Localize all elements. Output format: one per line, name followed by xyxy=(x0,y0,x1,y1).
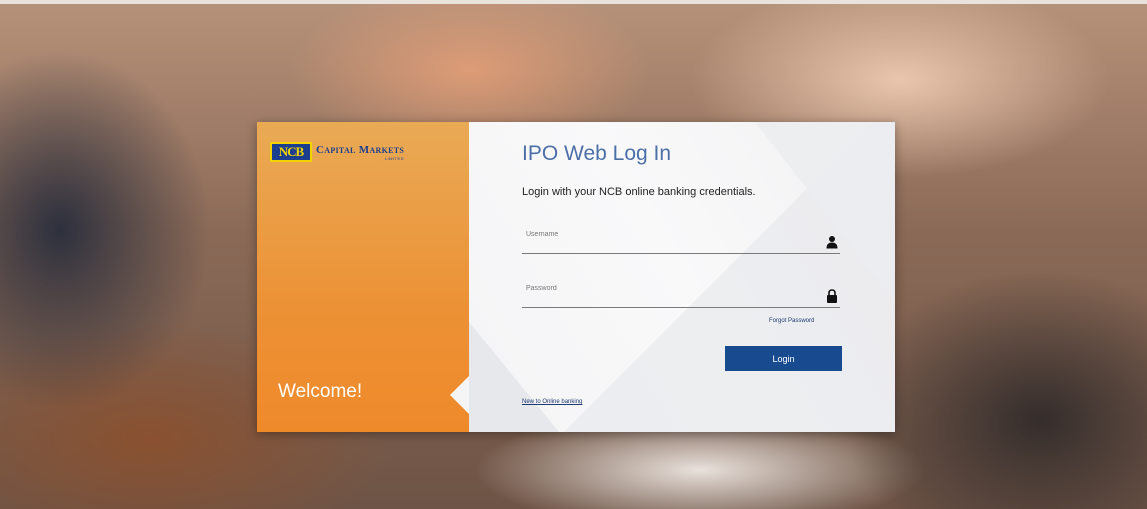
page-title: IPO Web Log In xyxy=(522,142,672,165)
ncb-logo: NCB Capital Markets LIMITED xyxy=(270,142,404,162)
brand-panel: NCB Capital Markets LIMITED Welcome! xyxy=(257,122,470,432)
decorative-shape xyxy=(469,322,559,432)
user-icon xyxy=(826,236,838,249)
password-field xyxy=(522,281,840,308)
forgot-password-link[interactable]: Forgot Password xyxy=(769,318,814,324)
logo-title: Capital Markets xyxy=(316,143,405,156)
welcome-text: Welcome! xyxy=(278,381,363,402)
logo-subtitle: LIMITED xyxy=(384,155,405,161)
password-input[interactable] xyxy=(522,281,812,305)
login-instructions: Login with your NCB online banking crede… xyxy=(522,186,756,198)
logo-text: Capital Markets LIMITED xyxy=(316,144,404,161)
new-to-online-banking-link[interactable]: New to Online banking xyxy=(522,399,582,405)
top-border xyxy=(0,0,1147,4)
login-form-panel: IPO Web Log In Login with your NCB onlin… xyxy=(469,122,895,432)
logo-mark: NCB xyxy=(270,142,312,162)
username-input[interactable] xyxy=(522,227,812,251)
username-field xyxy=(522,227,840,254)
login-button[interactable]: Login xyxy=(725,346,842,371)
panel-notch xyxy=(450,375,470,415)
login-card: NCB Capital Markets LIMITED Welcome! IPO… xyxy=(257,122,895,432)
page-background: NCB Capital Markets LIMITED Welcome! IPO… xyxy=(0,0,1147,509)
lock-icon xyxy=(827,289,837,303)
decorative-shape xyxy=(755,122,895,302)
